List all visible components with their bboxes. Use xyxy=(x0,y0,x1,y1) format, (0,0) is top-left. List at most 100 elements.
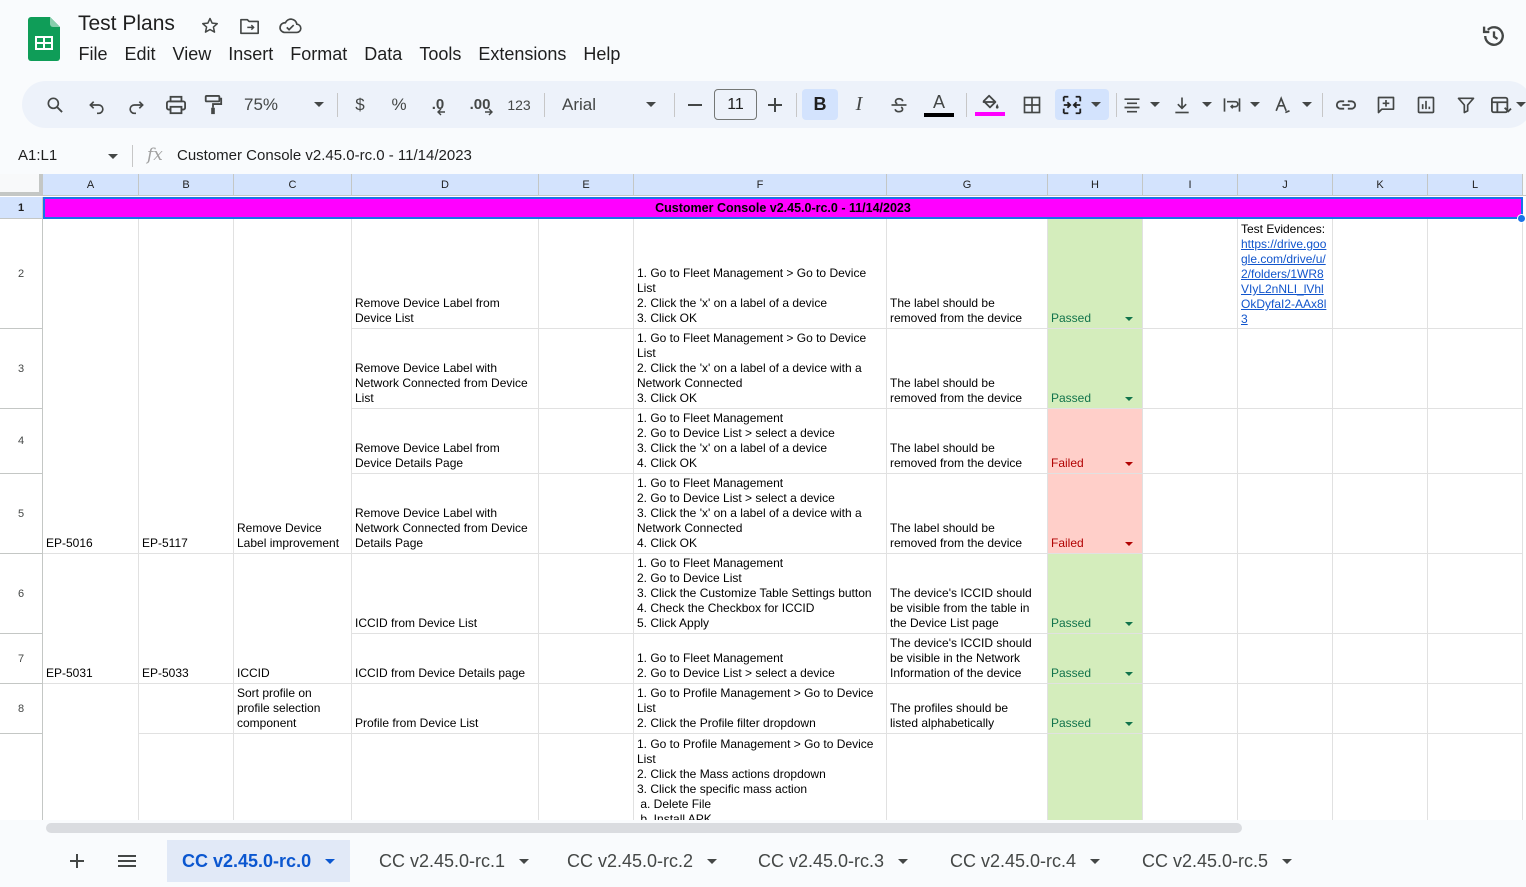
cell-f3[interactable]: 1. Go to Fleet Management > Go to Device… xyxy=(634,329,887,409)
increase-decimal-button[interactable]: .00 xyxy=(462,89,502,120)
merged-title-cell[interactable]: Customer Console v2.45.0-rc.0 - 11/14/20… xyxy=(44,198,1522,218)
cell-f9[interactable]: 1. Go to Profile Management > Go to Devi… xyxy=(634,734,887,820)
cell-a8-merged[interactable] xyxy=(43,684,139,820)
menu-file[interactable]: File xyxy=(70,42,116,67)
cell-i6[interactable] xyxy=(1143,554,1238,634)
spreadsheet-grid[interactable]: A B C D E F G H I J K L 1 2 3 4 5 6 7 8 … xyxy=(0,174,1526,820)
status-dropdown-h8[interactable]: Passed xyxy=(1048,684,1143,734)
cell-b8[interactable] xyxy=(139,684,234,734)
cell-f2[interactable]: 1. Go to Fleet Management > Go to Device… xyxy=(634,219,887,329)
sheet-tab-rc5[interactable]: CC v2.45.0-rc.5 xyxy=(1127,840,1307,882)
text-rotation-button[interactable] xyxy=(1270,89,1314,120)
add-sheet-button[interactable] xyxy=(57,844,97,878)
cell-k7[interactable] xyxy=(1333,634,1428,684)
status-dropdown-h4[interactable]: Failed xyxy=(1048,409,1143,474)
column-header-g[interactable]: G xyxy=(887,174,1048,196)
status-dropdown-h9[interactable] xyxy=(1048,734,1143,820)
menu-view[interactable]: View xyxy=(164,42,220,67)
font-select[interactable]: Arial xyxy=(556,89,660,120)
filter-views-button[interactable] xyxy=(1488,89,1526,120)
cell-f8[interactable]: 1. Go to Profile Management > Go to Devi… xyxy=(634,684,887,734)
row-header-5[interactable]: 5 xyxy=(0,474,43,554)
cell-d5[interactable]: Remove Device Label with Network Connect… xyxy=(352,474,539,554)
undo-icon[interactable] xyxy=(82,89,112,120)
insert-link-icon[interactable] xyxy=(1330,89,1362,120)
horizontal-scrollbar[interactable] xyxy=(0,820,1526,836)
chevron-down-icon[interactable] xyxy=(108,154,118,159)
cell-d3[interactable]: Remove Device Label with Network Connect… xyxy=(352,329,539,409)
cell-k4[interactable] xyxy=(1333,409,1428,474)
cell-e3[interactable] xyxy=(539,329,634,409)
cell-l7[interactable] xyxy=(1428,634,1523,684)
column-header-a[interactable]: A xyxy=(43,174,139,196)
sheet-tab-rc2[interactable]: CC v2.45.0-rc.2 xyxy=(552,840,732,882)
cell-e8[interactable] xyxy=(539,684,634,734)
print-icon[interactable] xyxy=(161,89,191,120)
status-dropdown-h3[interactable]: Passed xyxy=(1048,329,1143,409)
cell-j4[interactable] xyxy=(1238,409,1333,474)
status-dropdown-h7[interactable]: Passed xyxy=(1048,634,1143,684)
cell-f5[interactable]: 1. Go to Fleet Management 2. Go to Devic… xyxy=(634,474,887,554)
redo-icon[interactable] xyxy=(121,89,151,120)
chevron-down-icon[interactable] xyxy=(1282,858,1293,864)
row-header-2[interactable]: 2 xyxy=(0,219,43,329)
cell-j5[interactable] xyxy=(1238,474,1333,554)
strikethrough-icon[interactable] xyxy=(884,89,914,120)
menu-data[interactable]: Data xyxy=(356,42,411,67)
cell-g4[interactable]: The label should be removed from the dev… xyxy=(887,409,1048,474)
cell-d7[interactable]: ICCID from Device Details page xyxy=(352,634,539,684)
cell-l9[interactable] xyxy=(1428,734,1523,820)
cell-k3[interactable] xyxy=(1333,329,1428,409)
column-header-i[interactable]: I xyxy=(1143,174,1238,196)
chevron-down-icon[interactable] xyxy=(707,858,718,864)
cell-l4[interactable] xyxy=(1428,409,1523,474)
cell-f6[interactable]: 1. Go to Fleet Management 2. Go to Devic… xyxy=(634,554,887,634)
column-header-d[interactable]: D xyxy=(352,174,539,196)
cell-i5[interactable] xyxy=(1143,474,1238,554)
cell-f7[interactable]: 1. Go to Fleet Management 2. Go to Devic… xyxy=(634,634,887,684)
insert-comment-icon[interactable] xyxy=(1370,89,1402,120)
cell-b9[interactable] xyxy=(139,734,234,820)
sheet-tab-rc4[interactable]: CC v2.45.0-rc.4 xyxy=(935,840,1115,882)
cell-l8[interactable] xyxy=(1428,684,1523,734)
document-title[interactable]: Test Plans xyxy=(78,12,175,36)
search-menus-icon[interactable] xyxy=(40,89,70,120)
cell-j9[interactable] xyxy=(1238,734,1333,820)
menu-insert[interactable]: Insert xyxy=(220,42,282,67)
text-color-button[interactable]: A xyxy=(922,89,956,120)
chevron-down-icon[interactable] xyxy=(519,858,530,864)
chevron-down-icon[interactable] xyxy=(898,858,909,864)
cell-g8[interactable]: The profiles should be listed alphabetic… xyxy=(887,684,1048,734)
all-sheets-button[interactable] xyxy=(107,844,147,878)
text-wrapping-button[interactable] xyxy=(1220,89,1262,120)
scrollbar-thumb[interactable] xyxy=(46,823,1242,833)
cell-k6[interactable] xyxy=(1333,554,1428,634)
cell-j7[interactable] xyxy=(1238,634,1333,684)
column-header-j[interactable]: J xyxy=(1238,174,1333,196)
cell-i8[interactable] xyxy=(1143,684,1238,734)
cloud-saved-icon[interactable] xyxy=(278,14,302,38)
cell-l6[interactable] xyxy=(1428,554,1523,634)
decrease-font-size-button[interactable] xyxy=(682,89,708,120)
cell-j2[interactable]: Test Evidences: https://drive.google.com… xyxy=(1238,219,1333,329)
cell-k9[interactable] xyxy=(1333,734,1428,820)
row-header-3[interactable]: 3 xyxy=(0,329,43,409)
cell-i9[interactable] xyxy=(1143,734,1238,820)
fill-handle[interactable] xyxy=(1517,214,1526,223)
row-header-1[interactable]: 1 xyxy=(0,197,43,219)
cell-l2[interactable] xyxy=(1428,219,1523,329)
cell-i4[interactable] xyxy=(1143,409,1238,474)
column-header-b[interactable]: B xyxy=(139,174,234,196)
cell-d8[interactable]: Profile from Device List xyxy=(352,684,539,734)
cell-j6[interactable] xyxy=(1238,554,1333,634)
italic-button[interactable]: I xyxy=(844,89,874,120)
row-header-8[interactable]: 8 xyxy=(0,684,43,734)
cell-g3[interactable]: The label should be removed from the dev… xyxy=(887,329,1048,409)
cell-e7[interactable] xyxy=(539,634,634,684)
cell-g9[interactable] xyxy=(887,734,1048,820)
cell-k2[interactable] xyxy=(1333,219,1428,329)
cell-d6[interactable]: ICCID from Device List xyxy=(352,554,539,634)
menu-extensions[interactable]: Extensions xyxy=(470,42,575,67)
cell-i3[interactable] xyxy=(1143,329,1238,409)
row-header-7[interactable]: 7 xyxy=(0,634,43,684)
